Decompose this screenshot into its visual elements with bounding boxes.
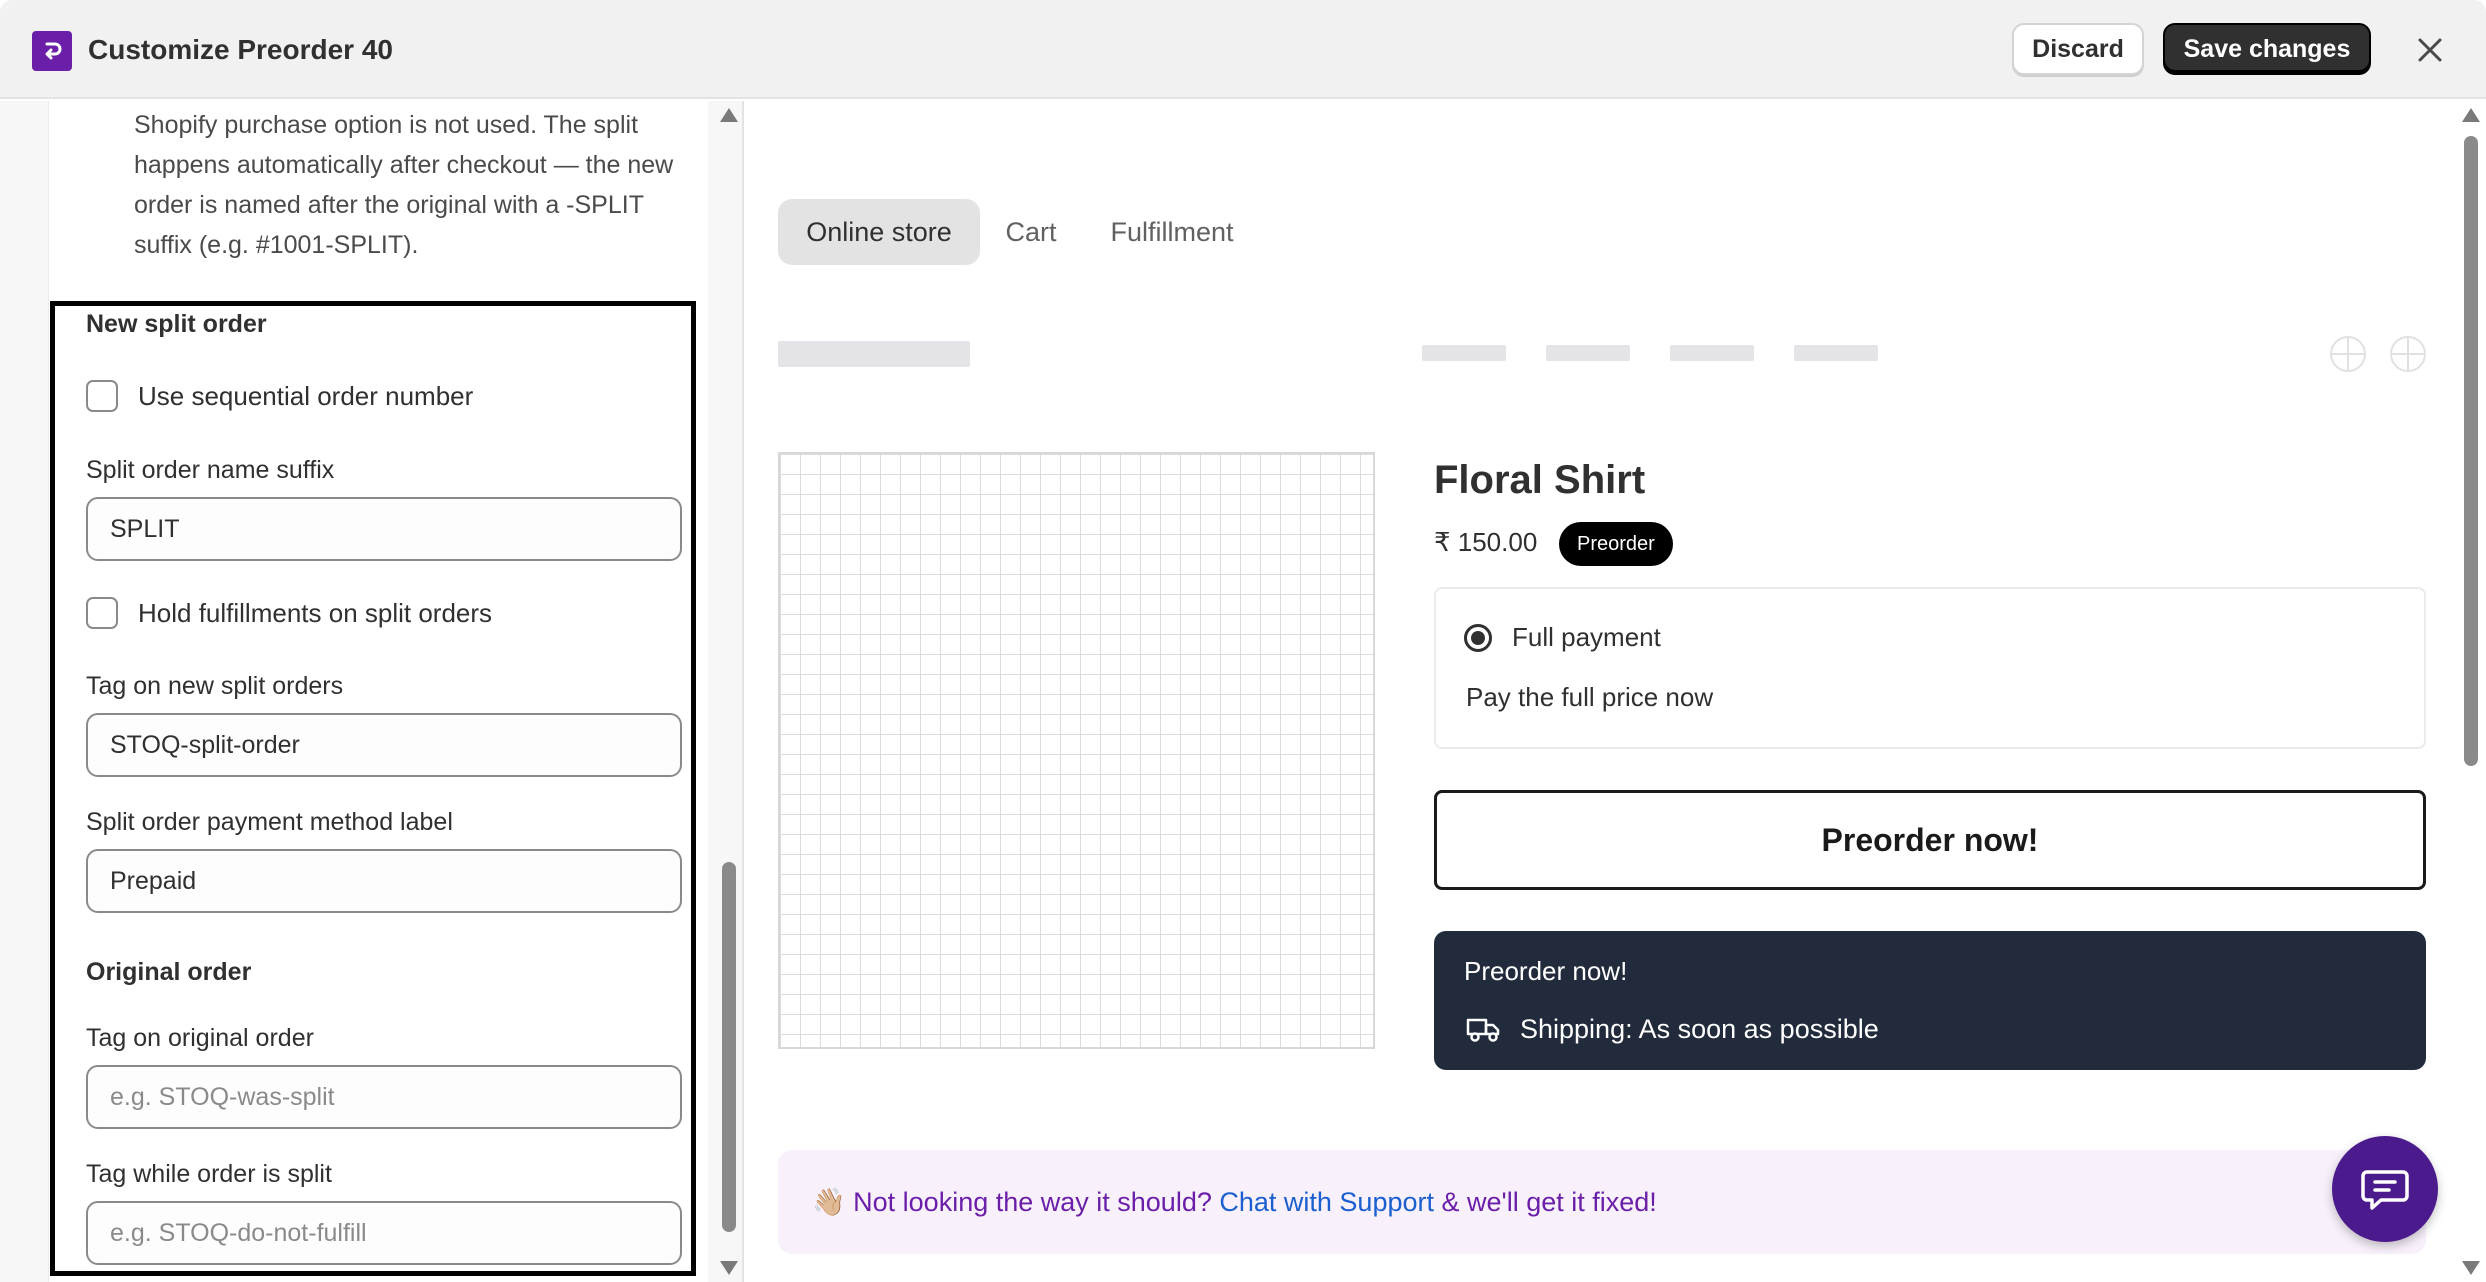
payment-method-label-input[interactable] bbox=[86, 849, 682, 913]
support-banner-text: 👋🏼 Not looking the way it should? Chat w… bbox=[812, 1186, 1657, 1218]
use-sequential-label: Use sequential order number bbox=[138, 380, 474, 411]
split-suffix-input[interactable] bbox=[86, 497, 682, 561]
app-logo-icon bbox=[32, 31, 72, 71]
support-suffix: & we'll get it fixed! bbox=[1441, 1187, 1657, 1217]
truck-icon bbox=[1466, 1016, 1502, 1044]
preorder-badge: Preorder bbox=[1559, 522, 1673, 566]
preorder-info-card bbox=[1434, 931, 2426, 1070]
shipping-text: Shipping: As soon as possible bbox=[1520, 1014, 1879, 1044]
chat-bubble-icon bbox=[2361, 1170, 2409, 1210]
support-prefix: Not looking the way it should? bbox=[853, 1187, 1212, 1217]
close-icon[interactable] bbox=[2410, 30, 2450, 70]
hold-fulfillments-checkbox-row[interactable]: Hold fulfillments on split orders bbox=[86, 597, 492, 629]
tab-cart[interactable]: Cart bbox=[996, 199, 1066, 265]
tag-while-split-input[interactable] bbox=[86, 1201, 682, 1265]
tab-fulfillment[interactable]: Fulfillment bbox=[1102, 199, 1242, 265]
skeleton-nav-item bbox=[1546, 345, 1630, 361]
skeleton-nav-item bbox=[1794, 345, 1878, 361]
chat-support-button[interactable] bbox=[2332, 1136, 2438, 1242]
full-payment-radio[interactable] bbox=[1464, 624, 1492, 652]
right-scrollbar-thumb[interactable] bbox=[2464, 136, 2478, 766]
right-scroll-down-arrow[interactable] bbox=[2462, 1261, 2480, 1275]
suffix-label: Split order name suffix bbox=[86, 456, 335, 484]
wave-emoji: 👋🏼 bbox=[812, 1187, 846, 1217]
use-sequential-checkbox-row[interactable]: Use sequential order number bbox=[86, 380, 473, 412]
skeleton-nav-item bbox=[1670, 345, 1754, 361]
chat-with-support-link[interactable]: Chat with Support bbox=[1219, 1187, 1434, 1217]
full-payment-label: Full payment bbox=[1512, 622, 1661, 652]
right-scroll-up-arrow[interactable] bbox=[2462, 108, 2480, 122]
tag-original-label: Tag on original order bbox=[86, 1024, 314, 1052]
tab-online-store[interactable]: Online store bbox=[778, 199, 980, 265]
tag-new-split-input[interactable] bbox=[86, 713, 682, 777]
modal-header: Customize Preorder 40 Discard Save chang… bbox=[0, 0, 2486, 99]
payment-option-card[interactable] bbox=[1434, 587, 2426, 749]
full-payment-description: Pay the full price now bbox=[1466, 682, 1714, 712]
tag-while-split-label: Tag while order is split bbox=[86, 1160, 332, 1188]
hold-fulfillments-label: Hold fulfillments on split orders bbox=[138, 597, 493, 628]
payment-label-label: Split order payment method label bbox=[86, 808, 453, 836]
product-title: Floral Shirt bbox=[1434, 458, 1646, 502]
skeleton-icon bbox=[2330, 336, 2366, 372]
skeleton-icon bbox=[2390, 336, 2426, 372]
product-price: ₹ 150.00 bbox=[1434, 527, 1538, 557]
original-order-heading: Original order bbox=[86, 958, 252, 986]
hold-fulfillments-checkbox[interactable] bbox=[86, 597, 118, 629]
left-scroll-down-arrow[interactable] bbox=[720, 1261, 738, 1275]
discard-button[interactable]: Discard bbox=[2012, 23, 2144, 75]
save-changes-button[interactable]: Save changes bbox=[2163, 23, 2371, 75]
left-scrollbar-thumb[interactable] bbox=[722, 862, 736, 1232]
split-settings-highlight bbox=[50, 301, 696, 1276]
tag-new-label: Tag on new split orders bbox=[86, 672, 344, 700]
left-scroll-up-arrow[interactable] bbox=[720, 108, 738, 122]
preorder-info-title: Preorder now! bbox=[1464, 956, 1628, 986]
product-image-placeholder bbox=[778, 452, 1375, 1049]
tag-original-input[interactable] bbox=[86, 1065, 682, 1129]
skeleton-logo bbox=[778, 341, 970, 367]
preorder-now-button[interactable]: Preorder now! bbox=[1434, 790, 2426, 890]
new-split-order-heading: New split order bbox=[86, 310, 267, 338]
skeleton-nav-item bbox=[1422, 345, 1506, 361]
split-intro-text: Shopify purchase option is not used. The… bbox=[134, 111, 674, 259]
modal-title: Customize Preorder 40 bbox=[88, 34, 393, 65]
use-sequential-checkbox[interactable] bbox=[86, 380, 118, 412]
